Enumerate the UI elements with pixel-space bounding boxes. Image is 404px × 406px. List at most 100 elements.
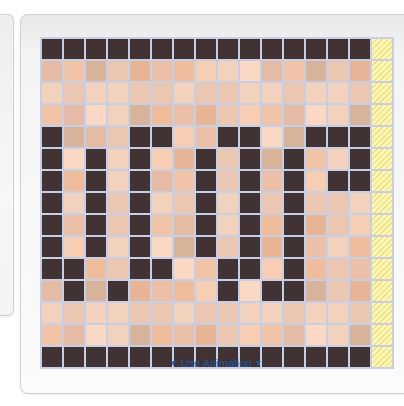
grid-cell[interactable] <box>196 325 216 345</box>
grid-cell[interactable] <box>284 281 304 301</box>
grid-cell[interactable] <box>86 127 106 147</box>
grid-cell[interactable] <box>262 149 282 169</box>
grid-cell[interactable] <box>284 237 304 257</box>
grid-cell[interactable] <box>306 237 326 257</box>
grid-cell[interactable] <box>86 237 106 257</box>
grid-cell[interactable] <box>64 127 84 147</box>
grid-cell[interactable] <box>86 281 106 301</box>
grid-cell[interactable] <box>174 105 194 125</box>
grid-cell[interactable] <box>328 281 348 301</box>
grid-cell[interactable] <box>196 215 216 235</box>
grid-cell[interactable] <box>130 39 150 59</box>
grid-cell[interactable] <box>328 105 348 125</box>
grid-cell[interactable] <box>218 127 238 147</box>
grid-cell[interactable] <box>284 149 304 169</box>
grid-cell[interactable] <box>196 127 216 147</box>
grid-cell[interactable] <box>196 237 216 257</box>
grid-cell[interactable] <box>108 237 128 257</box>
grid-cell[interactable] <box>350 171 370 191</box>
grid-cell[interactable] <box>284 215 304 235</box>
grid-cell[interactable] <box>350 281 370 301</box>
grid-cell[interactable] <box>108 127 128 147</box>
grid-cell[interactable] <box>306 281 326 301</box>
grid-cell[interactable] <box>130 237 150 257</box>
grid-cell[interactable] <box>108 61 128 81</box>
grid-cell[interactable] <box>174 127 194 147</box>
grid-cell[interactable] <box>174 171 194 191</box>
grid-cell[interactable] <box>218 61 238 81</box>
grid-cell[interactable] <box>196 61 216 81</box>
grid-cell[interactable] <box>108 149 128 169</box>
grid-cell[interactable] <box>328 171 348 191</box>
grid-cell[interactable] <box>64 149 84 169</box>
grid-cell[interactable] <box>328 61 348 81</box>
grid-cell[interactable] <box>240 171 260 191</box>
use-animation-toggle[interactable]: ▼ Use Animation ▼ <box>40 358 392 370</box>
grid-cell[interactable] <box>108 193 128 213</box>
grid-cell[interactable] <box>262 215 282 235</box>
grid-cell[interactable] <box>306 83 326 103</box>
grid-cell[interactable] <box>240 61 260 81</box>
grid-cell[interactable] <box>152 325 172 345</box>
grid-cell[interactable] <box>152 83 172 103</box>
grid-cell[interactable] <box>306 149 326 169</box>
grid-cell[interactable] <box>108 171 128 191</box>
grid-cell[interactable] <box>350 105 370 125</box>
grid-cell[interactable] <box>130 215 150 235</box>
grid-cell[interactable] <box>350 259 370 279</box>
grid-cell[interactable] <box>306 127 326 147</box>
grid-cell[interactable] <box>262 171 282 191</box>
grid-cell[interactable] <box>218 193 238 213</box>
grid-cell[interactable] <box>262 127 282 147</box>
grid-cell[interactable] <box>284 193 304 213</box>
grid-cell[interactable] <box>196 259 216 279</box>
grid-cell[interactable] <box>174 259 194 279</box>
grid-cell[interactable] <box>350 61 370 81</box>
grid-cell[interactable] <box>240 325 260 345</box>
grid-cell[interactable] <box>218 171 238 191</box>
grid-cell[interactable] <box>328 83 348 103</box>
grid-cell[interactable] <box>152 237 172 257</box>
grid-cell[interactable] <box>174 83 194 103</box>
grid-cell[interactable] <box>218 325 238 345</box>
grid-cell[interactable] <box>130 193 150 213</box>
grid-cell[interactable] <box>240 215 260 235</box>
grid-cell[interactable] <box>174 39 194 59</box>
grid-cell[interactable] <box>152 193 172 213</box>
grid-cell[interactable] <box>42 105 62 125</box>
grid-cell[interactable] <box>42 281 62 301</box>
grid-cell[interactable] <box>108 83 128 103</box>
grid-cell[interactable] <box>64 215 84 235</box>
grid-cell[interactable] <box>306 171 326 191</box>
grid-cell[interactable] <box>284 303 304 323</box>
grid-cell[interactable] <box>284 105 304 125</box>
grid-cell[interactable] <box>108 105 128 125</box>
grid-cell[interactable] <box>306 259 326 279</box>
grid-cell[interactable] <box>152 127 172 147</box>
grid-cell[interactable] <box>262 259 282 279</box>
grid-cell[interactable] <box>240 149 260 169</box>
grid-cell[interactable] <box>218 215 238 235</box>
grid-cell[interactable] <box>218 39 238 59</box>
grid-cell[interactable] <box>86 83 106 103</box>
pixel-grid[interactable] <box>40 37 394 369</box>
grid-cell[interactable] <box>130 281 150 301</box>
grid-cell[interactable] <box>328 149 348 169</box>
grid-cell[interactable] <box>240 83 260 103</box>
grid-cell[interactable] <box>284 259 304 279</box>
grid-cell[interactable] <box>262 303 282 323</box>
grid-cell[interactable] <box>174 215 194 235</box>
grid-cell[interactable] <box>174 61 194 81</box>
grid-cell[interactable] <box>64 105 84 125</box>
grid-cell[interactable] <box>328 237 348 257</box>
grid-cell[interactable] <box>306 303 326 323</box>
grid-cell[interactable] <box>284 61 304 81</box>
grid-cell[interactable] <box>42 39 62 59</box>
grid-cell[interactable] <box>196 303 216 323</box>
grid-cell[interactable] <box>108 215 128 235</box>
grid-cell[interactable] <box>196 193 216 213</box>
grid-cell[interactable] <box>64 259 84 279</box>
grid-cell[interactable] <box>328 215 348 235</box>
grid-cell[interactable] <box>174 237 194 257</box>
grid-cell[interactable] <box>350 193 370 213</box>
